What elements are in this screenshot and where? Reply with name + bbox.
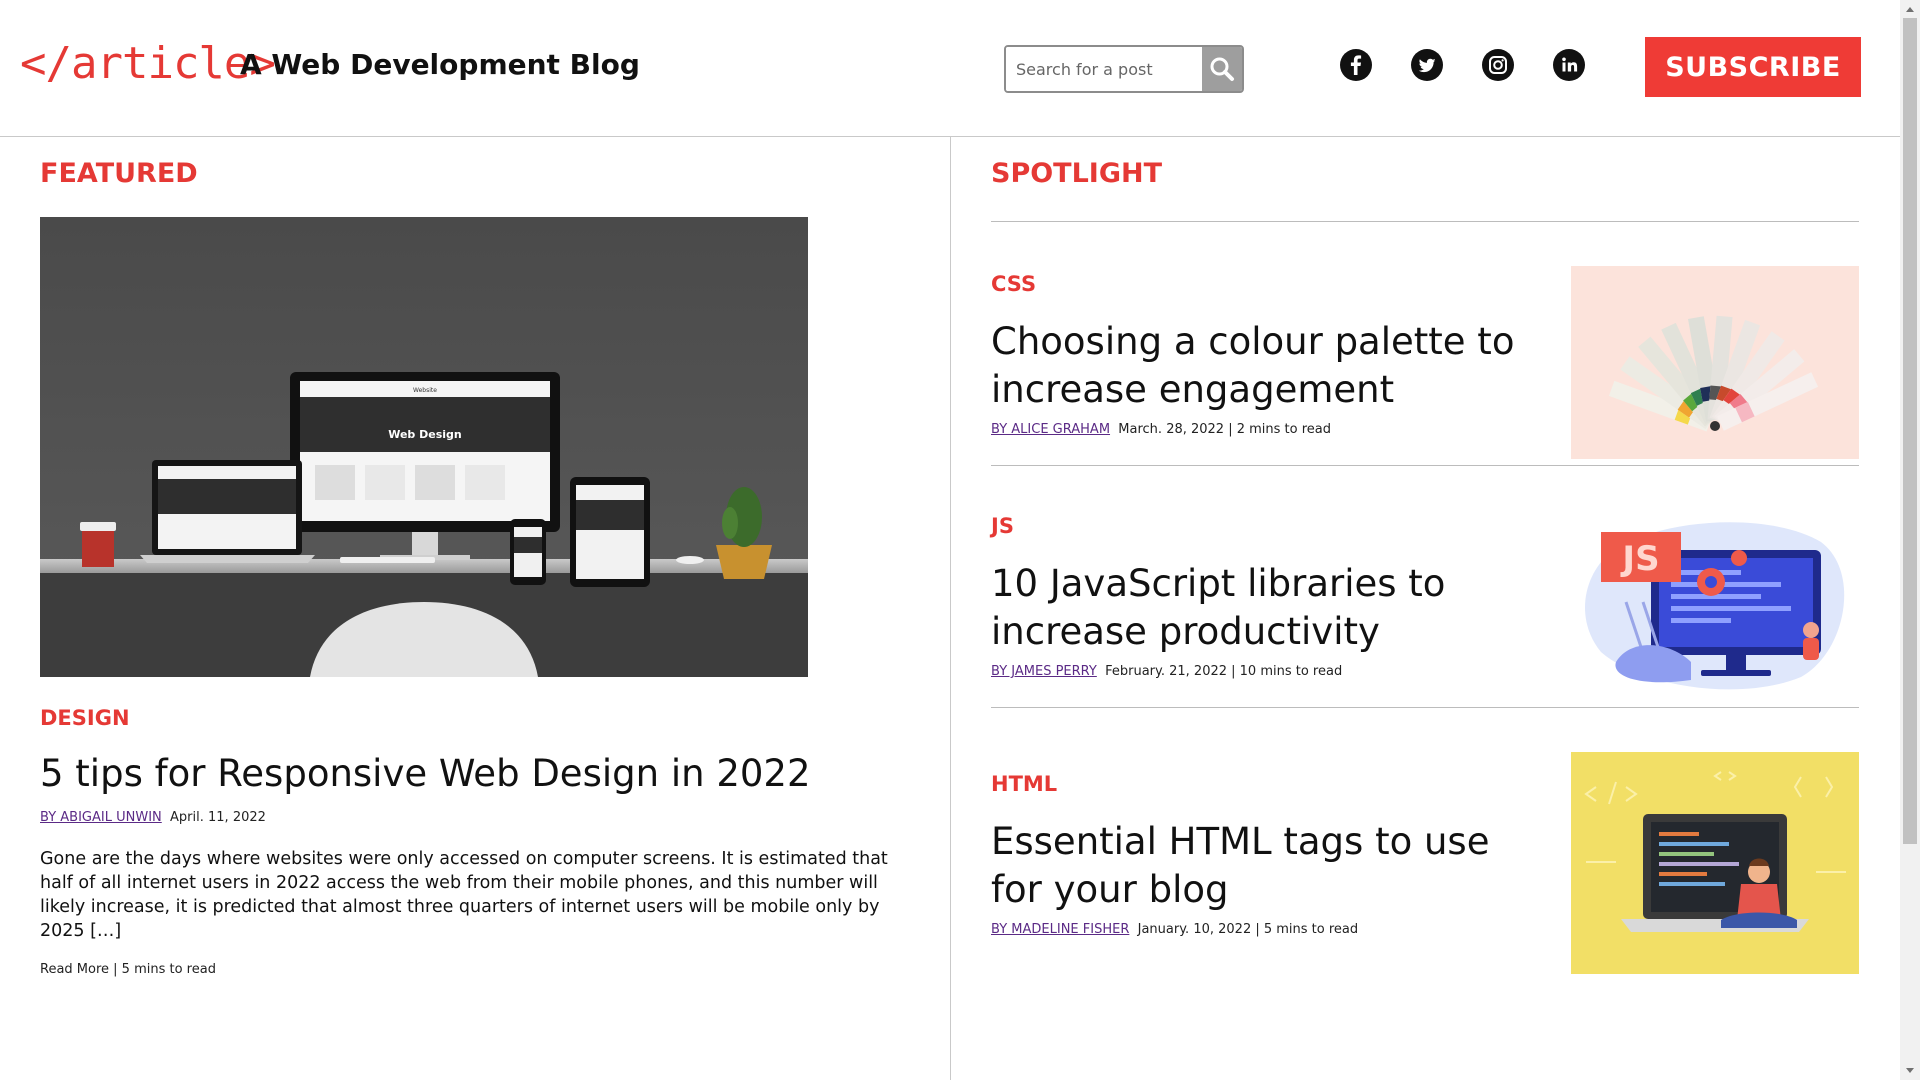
facebook-link[interactable] bbox=[1340, 49, 1372, 81]
post-byline: BY JAMES PERRY February. 21, 2022 | 10 m… bbox=[991, 664, 1342, 679]
post-title[interactable]: Essential HTML tags to use for your blog bbox=[991, 818, 1551, 914]
subscribe-button[interactable]: SUBSCRIBE bbox=[1645, 37, 1861, 97]
post-thumbnail[interactable] bbox=[1571, 752, 1859, 974]
post-byline: BY MADELINE FISHER January. 10, 2022 | 5… bbox=[991, 922, 1358, 937]
post-meta: February. 21, 2022 | 10 mins to read bbox=[1105, 664, 1343, 679]
featured-image-illustration: Web Design Website bbox=[40, 217, 808, 677]
post-author-link[interactable]: BY ALICE GRAHAM bbox=[991, 422, 1110, 437]
site-logo[interactable]: </article> bbox=[20, 38, 276, 89]
featured-byline: BY ABIGAIL UNWIN April. 11, 2022 bbox=[40, 810, 266, 825]
twitter-link[interactable] bbox=[1411, 49, 1443, 81]
site-tagline: A Web Development Blog bbox=[240, 48, 640, 81]
featured-category[interactable]: DESIGN bbox=[40, 706, 130, 730]
page-scrollbar[interactable] bbox=[1900, 0, 1920, 1080]
post-thumbnail[interactable] bbox=[1571, 266, 1859, 459]
post-author-link[interactable]: BY MADELINE FISHER bbox=[991, 922, 1129, 937]
javascript-illustration: JS bbox=[1571, 512, 1859, 692]
featured-excerpt: Gone are the days where websites were on… bbox=[40, 849, 888, 941]
featured-author-link[interactable]: BY ABIGAIL UNWIN bbox=[40, 810, 162, 825]
monitor-screen-text: Web Design bbox=[388, 428, 462, 441]
instagram-link[interactable] bbox=[1482, 49, 1514, 81]
post-category[interactable]: JS bbox=[991, 514, 1014, 538]
post-title[interactable]: 10 JavaScript libraries to increase prod… bbox=[991, 560, 1551, 656]
scrollbar-thumb[interactable] bbox=[1903, 18, 1917, 844]
linkedin-link[interactable] bbox=[1553, 49, 1585, 81]
site-header: </article> A Web Development Blog Search… bbox=[0, 0, 1900, 137]
facebook-icon bbox=[1350, 55, 1362, 75]
featured-post-title[interactable]: 5 tips for Responsive Web Design in 2022 bbox=[40, 752, 810, 795]
scroll-up-arrow-icon[interactable] bbox=[1900, 0, 1920, 18]
post-separator bbox=[991, 465, 1859, 466]
search-input[interactable] bbox=[1006, 47, 1196, 91]
post-thumbnail[interactable]: JS bbox=[1571, 512, 1859, 692]
html-laptop-illustration bbox=[1571, 752, 1859, 974]
linkedin-icon bbox=[1562, 57, 1578, 72]
spotlight-divider bbox=[991, 221, 1859, 222]
post-meta: March. 28, 2022 | 2 mins to read bbox=[1118, 422, 1332, 437]
post-byline: BY ALICE GRAHAM March. 28, 2022 | 2 mins… bbox=[991, 422, 1331, 437]
post-title[interactable]: Choosing a colour palette to increase en… bbox=[991, 318, 1551, 414]
instagram-icon bbox=[1489, 56, 1507, 74]
column-divider bbox=[950, 137, 951, 1080]
post-meta: January. 10, 2022 | 5 mins to read bbox=[1137, 922, 1359, 937]
color-palette-illustration bbox=[1571, 266, 1859, 459]
spotlight-heading: SPOTLIGHT bbox=[991, 158, 1163, 189]
post-category[interactable]: CSS bbox=[991, 272, 1036, 296]
post-author-link[interactable]: BY JAMES PERRY bbox=[991, 664, 1097, 679]
featured-date: April. 11, 2022 bbox=[170, 810, 266, 825]
post-category[interactable]: HTML bbox=[991, 772, 1057, 796]
js-badge-text: JS bbox=[1620, 539, 1659, 579]
monitor-site-name: Website bbox=[413, 387, 437, 394]
scroll-down-arrow-icon[interactable] bbox=[1900, 1062, 1920, 1080]
twitter-icon bbox=[1418, 58, 1436, 73]
search-button[interactable] bbox=[1202, 47, 1242, 91]
featured-image[interactable]: Web Design Website bbox=[40, 217, 808, 677]
search-icon bbox=[1210, 57, 1234, 81]
featured-heading: FEATURED bbox=[40, 158, 198, 189]
post-separator bbox=[991, 707, 1859, 708]
search-box bbox=[1004, 45, 1244, 93]
featured-read-more[interactable]: Read More | 5 mins to read bbox=[40, 962, 216, 977]
